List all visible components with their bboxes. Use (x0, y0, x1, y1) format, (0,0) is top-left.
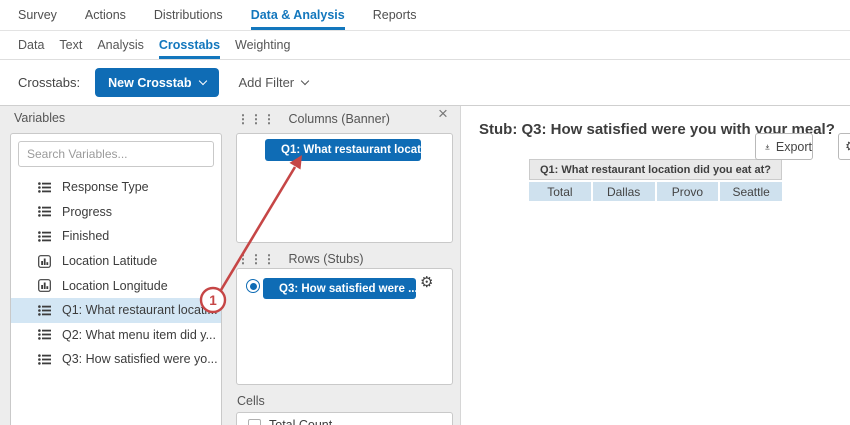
rows-stubs-header: ⋮⋮⋮ Rows (Stubs) (237, 252, 364, 266)
toolbar: Crosstabs: New Crosstab Add Filter Expor… (0, 60, 850, 106)
rows-dropzone[interactable]: Q3: How satisfied were ... × ⚙ (236, 268, 453, 385)
export-button[interactable]: Export (755, 133, 813, 160)
variable-label: Q3: How satisfied were yo... (62, 352, 218, 366)
new-crosstab-label: New Crosstab (108, 76, 191, 90)
tab-data[interactable]: Data (18, 31, 44, 59)
radio-dot (250, 283, 257, 290)
gear-icon: ⚙ (845, 138, 850, 155)
nav-actions[interactable]: Actions (85, 0, 126, 30)
crosstab-table: Q1: What restaurant location did you eat… (527, 157, 784, 203)
variable-label: Finished (62, 229, 109, 243)
variable-label: Location Longitude (62, 279, 168, 293)
export-label: Export (776, 140, 812, 154)
cells-box: Total Count (236, 412, 453, 425)
tab-weighting[interactable]: Weighting (235, 31, 290, 59)
variable-label: Q2: What menu item did y... (62, 328, 216, 342)
tab-crosstabs[interactable]: Crosstabs (159, 31, 220, 59)
settings-button[interactable]: ⚙ (838, 133, 850, 160)
nav-reports[interactable]: Reports (373, 0, 417, 30)
nav-survey[interactable]: Survey (18, 0, 57, 30)
variable-label: Progress (62, 205, 112, 219)
columns-banner-title: Columns (Banner) (288, 112, 389, 126)
bar-chart-icon (38, 255, 51, 268)
nav-data-analysis[interactable]: Data & Analysis (251, 0, 345, 30)
stub-radio-button[interactable] (246, 279, 260, 293)
total-count-checkbox[interactable] (248, 419, 261, 425)
variable-label: Q1: What restaurant locati... (62, 303, 218, 317)
variables-list: Response Type Progress Finished Location… (11, 175, 221, 372)
variable-row-q1[interactable]: Q1: What restaurant locati... (11, 298, 221, 323)
variable-row-progress[interactable]: Progress (11, 200, 221, 225)
columns-dropzone[interactable]: Q1: What restaurant locat... × (236, 133, 453, 243)
sub-nav: Data Text Analysis Crosstabs Weighting (0, 31, 850, 60)
variables-title: Variables (14, 111, 65, 125)
variable-label: Location Latitude (62, 254, 157, 268)
main-area: Variables Response Type Progress Finishe… (0, 106, 850, 425)
table-banner-header: Q1: What restaurant location did you eat… (529, 159, 782, 180)
variable-row-location-latitude[interactable]: Location Latitude (11, 249, 221, 274)
column-header-total: Total (529, 182, 591, 201)
total-count-label: Total Count (269, 418, 332, 425)
rows-chip-q3[interactable]: Q3: How satisfied were ... × (263, 278, 416, 299)
tab-text[interactable]: Text (59, 31, 82, 59)
variable-row-location-longitude[interactable]: Location Longitude (11, 273, 221, 298)
crosstabs-label: Crosstabs: (18, 75, 80, 90)
close-icon[interactable]: × (438, 105, 448, 123)
nav-distributions[interactable]: Distributions (154, 0, 223, 30)
column-header-provo: Provo (657, 182, 719, 201)
variable-row-finished[interactable]: Finished (11, 224, 221, 249)
variable-row-response-type[interactable]: Response Type (11, 175, 221, 200)
chip-label: Q3: How satisfied were ... (279, 283, 416, 295)
list-icon (38, 206, 51, 217)
column-header-dallas: Dallas (593, 182, 655, 201)
crosstabs-page: Survey Actions Distributions Data & Anal… (0, 0, 850, 425)
top-nav: Survey Actions Distributions Data & Anal… (0, 0, 850, 31)
chevron-down-icon (198, 76, 206, 84)
rows-stubs-title: Rows (Stubs) (288, 252, 363, 266)
new-crosstab-button[interactable]: New Crosstab (95, 68, 218, 97)
add-filter-button[interactable]: Add Filter (239, 75, 309, 90)
bar-chart-icon (38, 279, 51, 292)
columns-chip-q1[interactable]: Q1: What restaurant locat... × (265, 139, 421, 161)
variable-row-q3[interactable]: Q3: How satisfied were yo... (11, 347, 221, 372)
list-icon (38, 231, 51, 242)
list-icon (38, 182, 51, 193)
variable-row-q2[interactable]: Q2: What menu item did y... (11, 323, 221, 348)
column-header-seattle: Seattle (720, 182, 782, 201)
search-input[interactable] (18, 141, 214, 167)
gear-icon[interactable]: ⚙ (420, 273, 433, 291)
list-icon (38, 329, 51, 340)
tab-analysis[interactable]: Analysis (97, 31, 144, 59)
list-icon (38, 305, 51, 316)
variable-label: Response Type (62, 180, 149, 194)
add-filter-label: Add Filter (239, 75, 295, 90)
cells-title: Cells (237, 394, 265, 408)
drag-handle-icon[interactable]: ⋮⋮⋮ (237, 112, 276, 126)
list-icon (38, 354, 51, 365)
chevron-down-icon (301, 76, 309, 84)
variables-panel: Response Type Progress Finished Location… (10, 133, 222, 425)
chip-label: Q1: What restaurant locat... (281, 144, 421, 156)
download-icon (765, 141, 770, 153)
drag-handle-icon[interactable]: ⋮⋮⋮ (237, 252, 276, 266)
columns-banner-header: ⋮⋮⋮ Columns (Banner) (237, 112, 390, 126)
